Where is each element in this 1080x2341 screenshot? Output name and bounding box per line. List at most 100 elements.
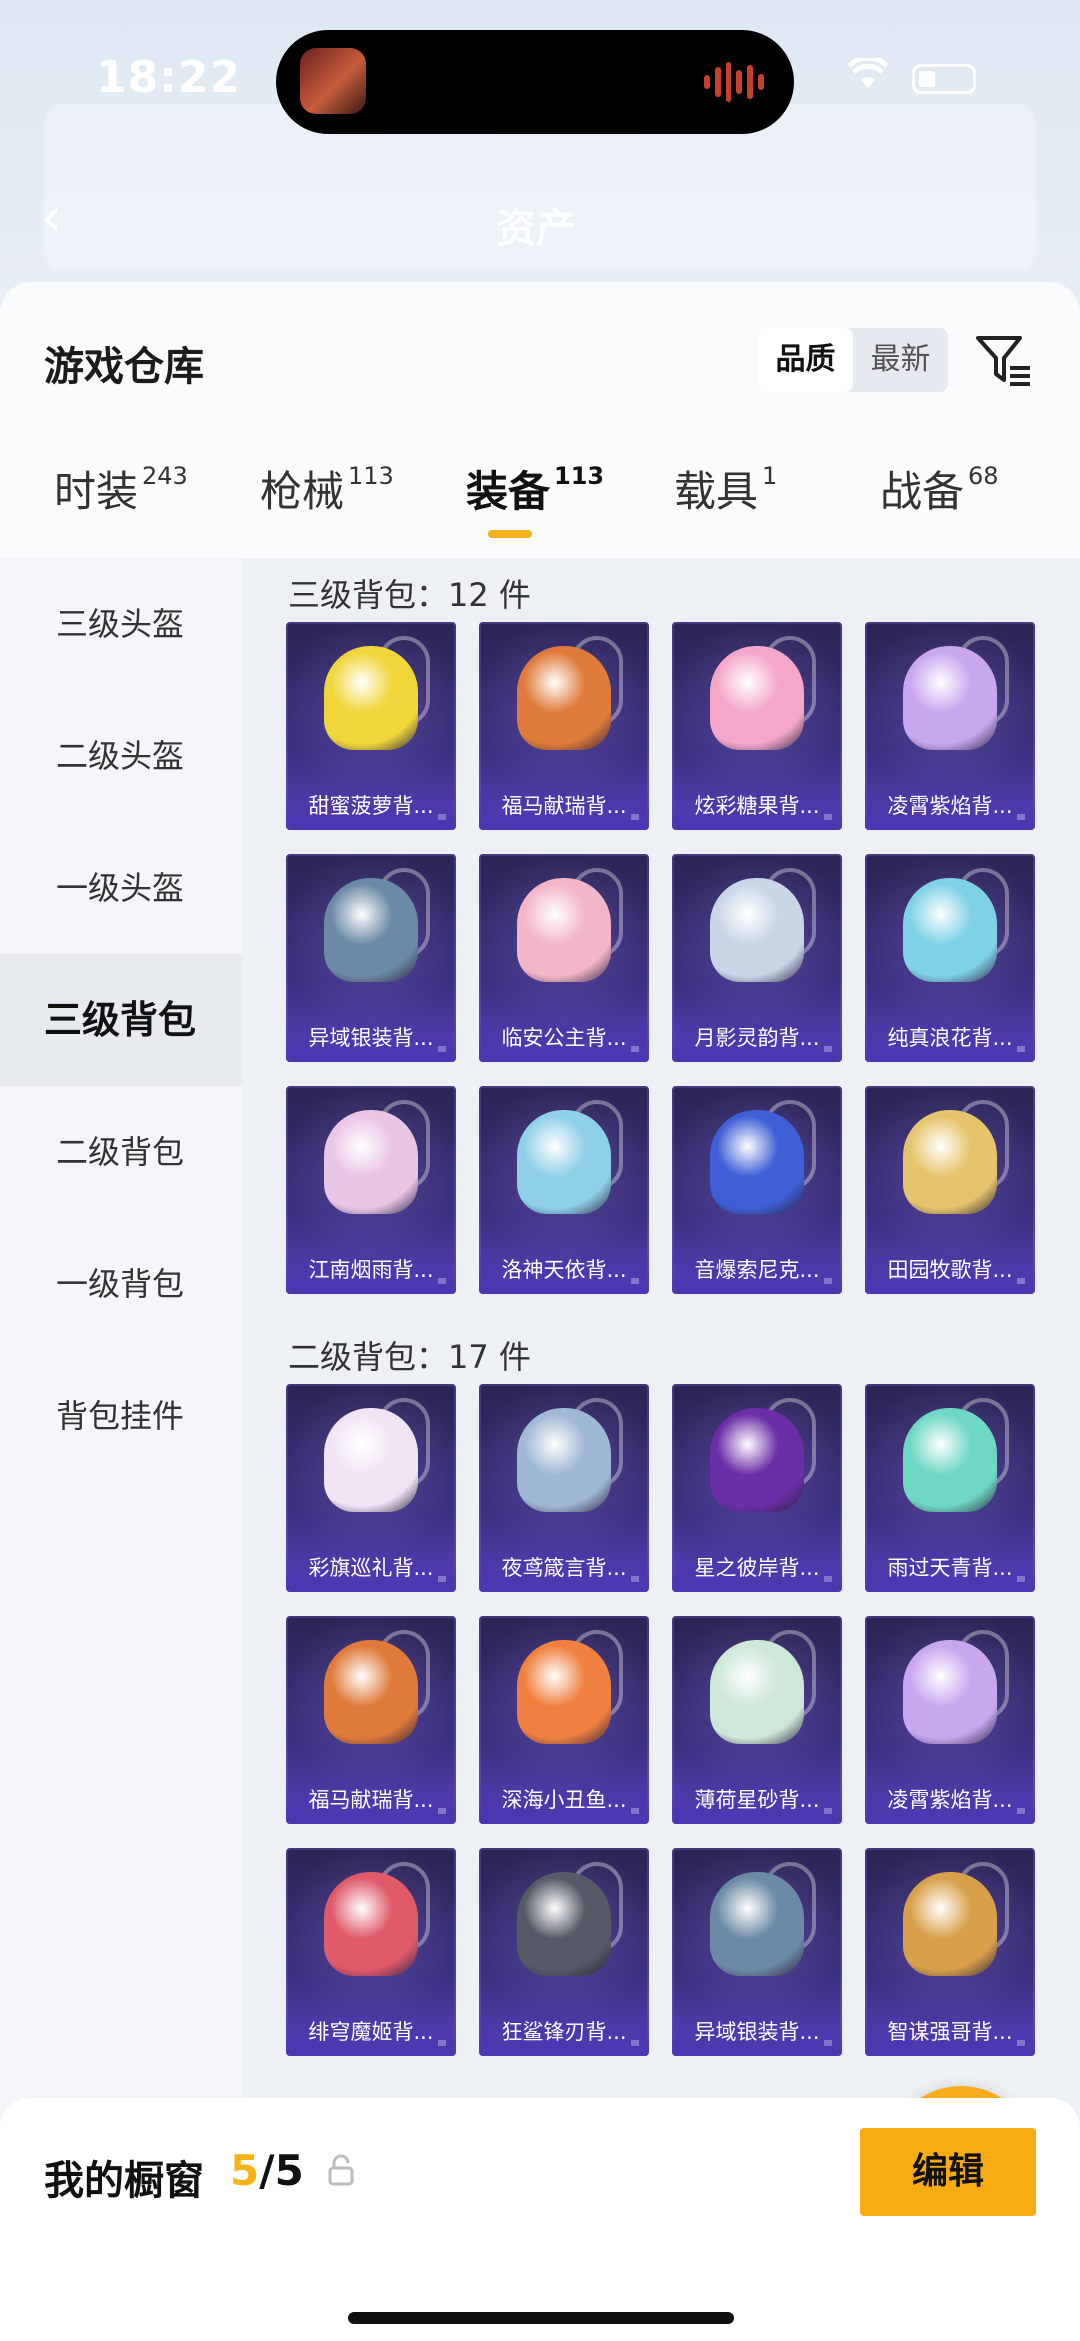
- backpack-image: [324, 1640, 418, 1744]
- tab-combat-supplies[interactable]: 战备 68: [880, 458, 999, 519]
- sort-quality[interactable]: 品质: [758, 328, 853, 392]
- item-card[interactable]: 福马献瑞背...: [479, 622, 649, 830]
- item-card[interactable]: 音爆索尼克...: [672, 1086, 842, 1294]
- showcase-count: 5/5: [230, 2146, 304, 2195]
- tab-count: 68: [968, 462, 999, 490]
- back-icon[interactable]: ‹: [40, 188, 80, 248]
- backpack-image: [903, 646, 997, 750]
- item-card[interactable]: 月影灵韵背...: [672, 854, 842, 1062]
- battery-icon: [912, 64, 976, 94]
- item-card[interactable]: 雨过天青背...: [865, 1384, 1035, 1592]
- card-corner-mark: [438, 814, 446, 820]
- item-card[interactable]: 凌霄紫焰背...: [865, 1616, 1035, 1824]
- backpack-image: [710, 646, 804, 750]
- backpack-image: [710, 878, 804, 982]
- card-corner-mark: [631, 2040, 639, 2046]
- item-card[interactable]: 深海小丑鱼...: [479, 1616, 649, 1824]
- item-name: 炫彩糖果背...: [672, 782, 842, 830]
- backpack-image: [710, 1640, 804, 1744]
- side-item-backpack-charm[interactable]: 背包挂件: [0, 1350, 242, 1482]
- item-card[interactable]: 星之彼岸背...: [672, 1384, 842, 1592]
- side-item-backpack-lv1[interactable]: 一级背包: [0, 1218, 242, 1350]
- filter-icon[interactable]: [974, 330, 1034, 390]
- item-card[interactable]: 炫彩糖果背...: [672, 622, 842, 830]
- item-name: 凌霄紫焰背...: [865, 782, 1035, 830]
- tab-vehicles[interactable]: 载具 1: [674, 458, 777, 519]
- item-grid-area: 三级背包：12 件 二级背包：17 件 甜蜜菠萝背... 福马献瑞背... 炫彩糖果…: [242, 558, 1080, 2341]
- backpack-image: [710, 1110, 804, 1214]
- item-card[interactable]: 甜蜜菠萝背...: [286, 622, 456, 830]
- tab-label: 时装: [54, 467, 139, 516]
- card-corner-mark: [1017, 1046, 1025, 1052]
- side-item-helmet-lv2[interactable]: 二级头盔: [0, 690, 242, 822]
- item-card[interactable]: 田园牧歌背...: [865, 1086, 1035, 1294]
- item-name: 彩旗巡礼背...: [286, 1544, 456, 1592]
- tab-fashion[interactable]: 时装 243: [54, 458, 188, 519]
- wifi-icon: [847, 55, 889, 99]
- side-item-backpack-lv2[interactable]: 二级背包: [0, 1086, 242, 1218]
- card-corner-mark: [438, 1278, 446, 1284]
- edit-button[interactable]: 编辑: [860, 2128, 1036, 2216]
- lock-icon: [328, 2154, 354, 2186]
- showcase-count-current: 5: [230, 2146, 260, 2195]
- backpack-image: [903, 1872, 997, 1976]
- item-card[interactable]: 江南烟雨背...: [286, 1086, 456, 1294]
- item-card[interactable]: 异域银装背...: [286, 854, 456, 1062]
- side-item-helmet-lv1[interactable]: 一级头盔: [0, 822, 242, 954]
- sheet-title: 游戏仓库: [44, 344, 204, 390]
- sheet-header: 游戏仓库 品质 最新 时装 243 枪械 113 装备 113 载具 1 战备 68: [0, 282, 1080, 558]
- item-name: 深海小丑鱼...: [479, 1776, 649, 1824]
- backpack-image: [903, 878, 997, 982]
- card-corner-mark: [1017, 1278, 1025, 1284]
- tab-equipment[interactable]: 装备 113: [466, 458, 604, 519]
- card-corner-mark: [1017, 1576, 1025, 1582]
- item-name: 田园牧歌背...: [865, 1246, 1035, 1294]
- item-name: 江南烟雨背...: [286, 1246, 456, 1294]
- background-header: ‹ 资产 18:22: [0, 0, 1080, 300]
- backpack-image: [324, 1408, 418, 1512]
- item-card[interactable]: 薄荷星砂背...: [672, 1616, 842, 1824]
- tab-guns[interactable]: 枪械 113: [260, 458, 394, 519]
- audio-wave-icon: [704, 60, 764, 104]
- home-indicator: [348, 2312, 734, 2324]
- tab-label: 装备: [466, 467, 551, 516]
- item-name: 异域银装背...: [672, 2008, 842, 2056]
- side-menu: 三级头盔 二级头盔 一级头盔 三级背包 二级背包 一级背包 背包挂件: [0, 558, 242, 2341]
- now-playing-artwork: [300, 48, 366, 114]
- item-card[interactable]: 洛神天依背...: [479, 1086, 649, 1294]
- item-card[interactable]: 绯穹魔姬背...: [286, 1848, 456, 2056]
- item-card[interactable]: 狂鲨锋刃背...: [479, 1848, 649, 2056]
- item-name: 临安公主背...: [479, 1014, 649, 1062]
- item-name: 雨过天青背...: [865, 1544, 1035, 1592]
- backpack-image: [324, 1110, 418, 1214]
- warehouse-sheet: 游戏仓库 品质 最新 时装 243 枪械 113 装备 113 载具 1 战备 68 三级…: [0, 282, 1080, 2341]
- item-card[interactable]: 夜鸢箴言背...: [479, 1384, 649, 1592]
- active-tab-indicator: [488, 530, 532, 538]
- card-corner-mark: [631, 1576, 639, 1582]
- item-name: 洛神天依背...: [479, 1246, 649, 1294]
- item-card[interactable]: 纯真浪花背...: [865, 854, 1035, 1062]
- item-card[interactable]: 异域银装背...: [672, 1848, 842, 2056]
- side-item-backpack-lv3[interactable]: 三级背包: [0, 954, 242, 1086]
- item-card[interactable]: 彩旗巡礼背...: [286, 1384, 456, 1592]
- item-name: 星之彼岸背...: [672, 1544, 842, 1592]
- backpack-image: [710, 1408, 804, 1512]
- side-item-helmet-lv3[interactable]: 三级头盔: [0, 558, 242, 690]
- showcase-bar: 我的橱窗 5/5 编辑: [0, 2098, 1080, 2341]
- sort-newest[interactable]: 最新: [853, 328, 948, 392]
- item-name: 音爆索尼克...: [672, 1246, 842, 1294]
- card-corner-mark: [631, 1278, 639, 1284]
- page-title: 资产: [496, 206, 576, 252]
- item-name: 异域银装背...: [286, 1014, 456, 1062]
- item-card[interactable]: 智谋强哥背...: [865, 1848, 1035, 2056]
- item-card[interactable]: 凌霄紫焰背...: [865, 622, 1035, 830]
- card-corner-mark: [824, 1808, 832, 1814]
- sort-toggle: 品质 最新: [758, 328, 948, 392]
- tab-count: 113: [554, 462, 605, 490]
- item-name: 狂鲨锋刃背...: [479, 2008, 649, 2056]
- item-card[interactable]: 福马献瑞背...: [286, 1616, 456, 1824]
- tab-label: 载具: [674, 467, 759, 516]
- item-card[interactable]: 临安公主背...: [479, 854, 649, 1062]
- card-corner-mark: [1017, 814, 1025, 820]
- card-corner-mark: [438, 1808, 446, 1814]
